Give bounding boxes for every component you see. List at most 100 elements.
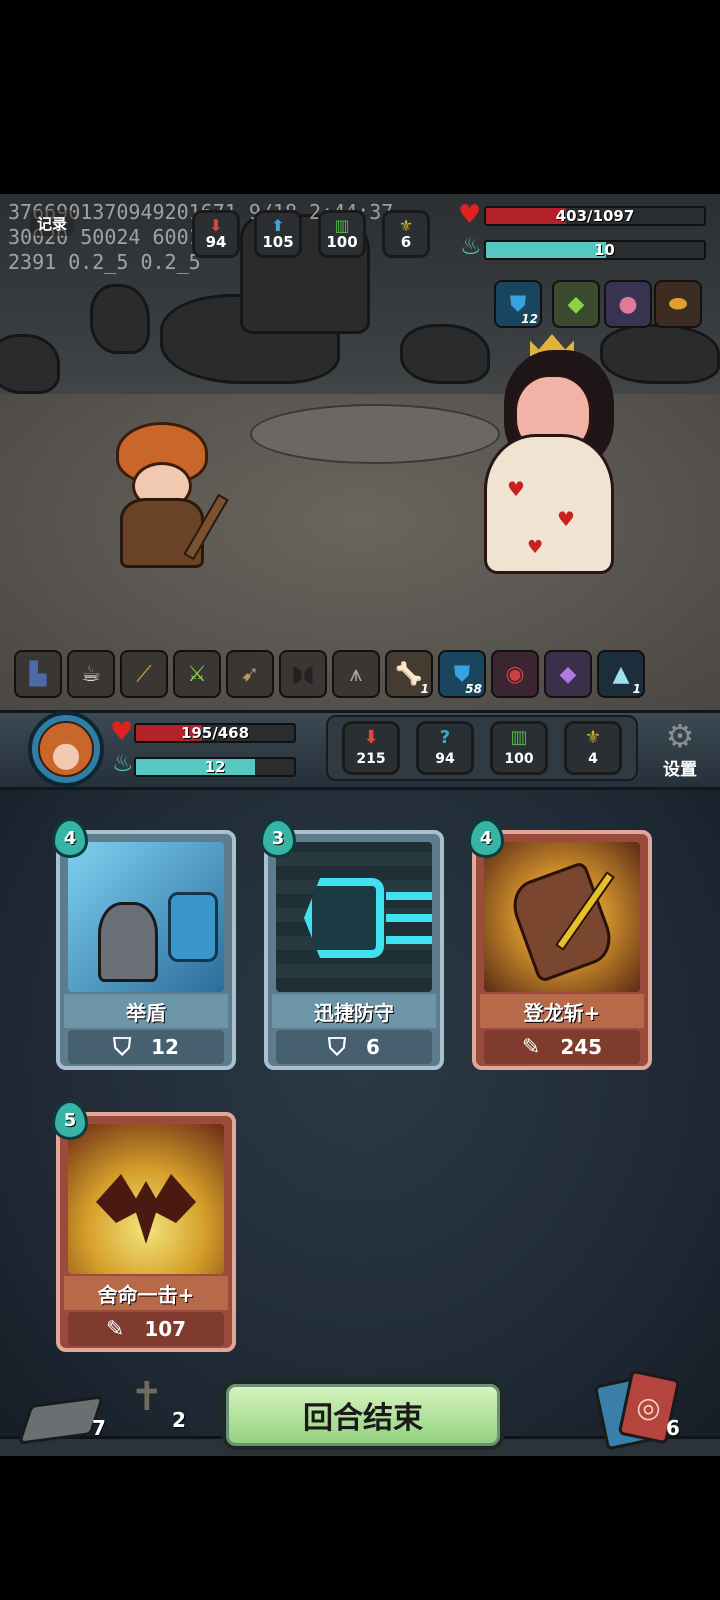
settings-button[interactable]: ⚙ 设置 bbox=[648, 717, 712, 783]
boots-icon-glyph: ▙ bbox=[29, 661, 47, 687]
green-gem-icon[interactable]: ◆ bbox=[552, 280, 600, 328]
card-desperate-strike[interactable]: 5 舍命一击+ ✎ 107 bbox=[52, 1100, 236, 1352]
card-name: 迅捷防守 bbox=[272, 994, 436, 1028]
block-shield-icon: ⛉ bbox=[113, 1033, 132, 1061]
enemy-hp-bar: 403/1097 bbox=[484, 206, 706, 226]
poison-dagger-icon-glyph: ⚔ bbox=[187, 661, 207, 687]
swirl-orb-icon-glyph: ◉ bbox=[505, 661, 525, 687]
crossbow-icon-glyph: ➹ bbox=[240, 661, 260, 687]
block-shield-icon: ⛉ bbox=[328, 1033, 347, 1061]
triforce-icon[interactable]: ▲ 1 bbox=[597, 650, 645, 698]
attack-claw-icon: ✎ bbox=[105, 1316, 125, 1342]
defense-icon: ▥ bbox=[334, 216, 350, 235]
shield-buff-icon[interactable]: ⛊ 12 bbox=[494, 280, 542, 328]
purple-crystal-icon[interactable]: ◆ bbox=[544, 650, 592, 698]
card-cost: 4 bbox=[52, 818, 88, 858]
card-value: 107 bbox=[144, 1317, 187, 1341]
enemy-dress: ♥ ♥ ♥ bbox=[484, 434, 614, 574]
enemy-hp-text: 403/1097 bbox=[555, 207, 635, 225]
player-hp-text: 195/468 bbox=[180, 724, 250, 742]
shield-buff-icon[interactable]: ⛊ 58 bbox=[438, 650, 486, 698]
discard-pile[interactable]: ✝ 2 bbox=[126, 1374, 196, 1438]
defense-icon: ▥ bbox=[510, 727, 528, 748]
enemy-queen[interactable]: ♥ ♥ ♥ bbox=[460, 334, 650, 574]
card-art bbox=[484, 842, 640, 992]
baguette-icon-glyph: ⟋ bbox=[136, 661, 152, 687]
item-count: 1 bbox=[420, 682, 429, 696]
draw-pile[interactable]: 7 bbox=[17, 1392, 112, 1446]
player-defense-stat[interactable]: ▥ 100 bbox=[490, 721, 548, 775]
card-value-row: ✎ 245 bbox=[484, 1030, 640, 1064]
card-value: 6 bbox=[366, 1035, 380, 1059]
player-luck-value: 4 bbox=[588, 751, 598, 767]
card-name: 举盾 bbox=[64, 994, 228, 1028]
rock-decor bbox=[0, 334, 60, 394]
sunglasses-icon-glyph: ◗◖ bbox=[291, 661, 315, 687]
heart-icon: ♥ bbox=[110, 717, 134, 747]
card-swift-defense[interactable]: 3 迅捷防守 ⛉ 6 bbox=[260, 818, 444, 1070]
player-panel: ♥ 195/468 ♨ 12 ⬇ 215 ? 94 ▥ 100 ⚜ 4 ⚙ 设置 bbox=[0, 710, 720, 790]
boots-icon[interactable]: ▙ bbox=[14, 650, 62, 698]
sunglasses-icon[interactable]: ◗◖ bbox=[279, 650, 327, 698]
crystal-orb-icon[interactable]: ● bbox=[604, 280, 652, 328]
player-character[interactable] bbox=[110, 422, 229, 572]
card-cost: 5 bbox=[52, 1100, 88, 1140]
enemy-speed-value: 105 bbox=[262, 233, 294, 251]
baguette-icon[interactable]: ⟋ bbox=[120, 650, 168, 698]
card-raise-shield[interactable]: 4 举盾 ⛉ 12 bbox=[52, 818, 236, 1070]
attack-claw-icon: ✎ bbox=[521, 1034, 541, 1060]
heart-pattern: ♥ bbox=[507, 477, 525, 501]
gear-icon: ⚙ bbox=[665, 717, 695, 755]
enemy-defense-value: 100 bbox=[326, 233, 358, 251]
enemy-energy-bar: 10 bbox=[484, 240, 706, 260]
card-dragon-slash[interactable]: 4 登龙斩+ ✎ 245 bbox=[468, 818, 652, 1070]
teacup-icon[interactable]: ☕ bbox=[67, 650, 115, 698]
attack-icon: ⬇ bbox=[363, 727, 379, 748]
dragon-egg-icon[interactable]: ⬬ bbox=[654, 280, 702, 328]
poison-dagger-icon[interactable]: ⚔ bbox=[173, 650, 221, 698]
bone-icon[interactable]: 🦴 1 bbox=[385, 650, 433, 698]
swirl-orb-icon[interactable]: ◉ bbox=[491, 650, 539, 698]
triforce-icon-glyph: ▲ bbox=[612, 661, 630, 687]
attack-icon: ⬇ bbox=[209, 216, 223, 235]
spiral-icon: ◎ bbox=[633, 1388, 665, 1426]
card-value: 12 bbox=[151, 1035, 179, 1059]
card-name: 登龙斩+ bbox=[480, 994, 644, 1028]
crossbow-icon[interactable]: ➹ bbox=[226, 650, 274, 698]
spike-trap-icon[interactable]: ⩚ bbox=[332, 650, 380, 698]
discard-pile-count: 2 bbox=[172, 1408, 186, 1432]
luck-icon: ⚜ bbox=[398, 216, 414, 235]
avatar[interactable] bbox=[28, 711, 104, 787]
end-turn-label: 回合结束 bbox=[303, 1401, 423, 1436]
player-luck-stat[interactable]: ⚜ 4 bbox=[564, 721, 622, 775]
enemy-defense-stat[interactable]: ▥ 100 bbox=[318, 210, 366, 258]
speed-line bbox=[386, 936, 432, 944]
grave-icon: ✝ bbox=[130, 1374, 164, 1420]
exhaust-pile[interactable]: ◎ 6 bbox=[593, 1369, 694, 1451]
enemy-attack-stat[interactable]: ⬇ 94 bbox=[192, 210, 240, 258]
record-button[interactable]: 记录 bbox=[30, 210, 74, 236]
enemy-speed-stat[interactable]: ⬆ 105 bbox=[254, 210, 302, 258]
heart-icon: ♥ bbox=[458, 200, 482, 230]
card-name: 舍命一击+ bbox=[64, 1276, 228, 1310]
enemy-energy-text: 10 bbox=[594, 241, 615, 259]
equipment-bar: ▙ ☕ ⟋ ⚔ ➹ ◗◖ ⩚ 🦴 1 ⛊ 58 ◉ ◆ ▲ 1 bbox=[14, 650, 654, 698]
end-turn-button[interactable]: 回合结束 bbox=[222, 1380, 504, 1450]
player-defense-value: 100 bbox=[504, 751, 534, 767]
card-value-row: ✎ 107 bbox=[68, 1312, 224, 1346]
shield-icon bbox=[168, 892, 218, 962]
enemy-luck-stat[interactable]: ⚜ 6 bbox=[382, 210, 430, 258]
player-attack-value: 215 bbox=[356, 751, 386, 767]
teacup-icon-glyph: ☕ bbox=[81, 661, 101, 687]
player-mystery-value: 94 bbox=[435, 751, 455, 767]
card-value: 245 bbox=[560, 1035, 603, 1059]
card-art bbox=[68, 842, 224, 992]
battle-scene: 3766901370949201671 9/18 2:44:37 30020 5… bbox=[0, 194, 720, 710]
pumpkin-avatar-icon bbox=[38, 721, 94, 777]
bone-icon-glyph: 🦴 bbox=[395, 661, 423, 687]
speed-line bbox=[386, 914, 432, 922]
player-mystery-stat[interactable]: ? 94 bbox=[416, 721, 474, 775]
player-attack-stat[interactable]: ⬇ 215 bbox=[342, 721, 400, 775]
item-count: 58 bbox=[465, 682, 482, 696]
heart-pattern: ♥ bbox=[527, 537, 544, 558]
